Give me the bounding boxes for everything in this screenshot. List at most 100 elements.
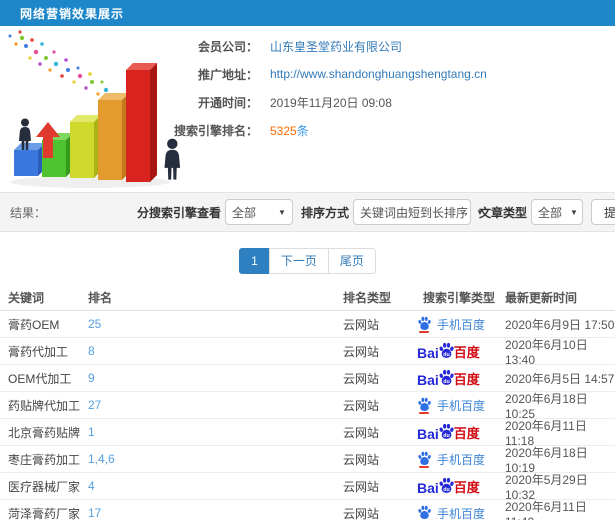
marketing-report-page: 网络营销效果展示 会员公司： 山东皇圣堂药业有限公司 推广地址： http://… bbox=[0, 0, 615, 520]
red-underline bbox=[419, 411, 429, 414]
article-type-value: 全部 bbox=[537, 205, 562, 220]
engine-type-cell: 手机百度 bbox=[405, 505, 505, 520]
page-1-button[interactable]: 1 bbox=[239, 248, 270, 274]
svg-text:du: du bbox=[443, 433, 449, 439]
page-title: 网络营销效果展示 bbox=[20, 6, 125, 21]
pc-baidu-logo: Bai du 百度 bbox=[417, 342, 480, 360]
rank-link[interactable]: 9 bbox=[88, 371, 95, 385]
result-label: 结果： bbox=[10, 205, 47, 220]
rank-count: 5325 bbox=[270, 123, 297, 138]
confetti-dots bbox=[8, 30, 116, 100]
updated-cell: 2020年6月10日 13:40 bbox=[505, 337, 588, 367]
table-row: 医疗器械厂家 4 云网站 Bai du 百度 2020年5月29日 10:32 bbox=[0, 473, 615, 502]
col-keyword: 关键词 bbox=[8, 290, 45, 305]
engine-type-cell: 手机百度 bbox=[405, 451, 505, 468]
open-time-value: 2019年11月20日 09:08 bbox=[270, 95, 392, 110]
engine-filter-label: 分搜索引擎查看 bbox=[136, 205, 221, 220]
baidu-paw-icon bbox=[417, 451, 432, 468]
member-company-link[interactable]: 山东皇圣堂药业有限公司 bbox=[270, 38, 402, 55]
next-page-button[interactable]: 下一页 bbox=[268, 248, 329, 274]
pc-baidu-logo: Bai du 百度 bbox=[417, 477, 480, 495]
sort-select[interactable]: 关键词由短到长排序 ▼ bbox=[352, 199, 484, 225]
engine-type-cell: 手机百度 bbox=[405, 316, 505, 333]
pc-baidu-logo: Bai du 百度 bbox=[417, 423, 480, 441]
baidu-wordmark-bai: Bai bbox=[417, 372, 439, 388]
bar-yellow bbox=[70, 115, 101, 178]
growth-bar-chart-illustration bbox=[8, 30, 181, 188]
open-time-field: 开通时间： 2019年11月20日 09:08 bbox=[162, 92, 615, 112]
svg-text:du: du bbox=[443, 352, 449, 358]
mobile-baidu-label: 手机百度 bbox=[437, 506, 486, 520]
title-bar: 网络营销效果展示 bbox=[0, 0, 615, 26]
engine-rank-field: 搜索引擎排名： 5325条 bbox=[162, 120, 615, 140]
rank-link[interactable]: 1,4,6 bbox=[88, 452, 115, 466]
promo-url-link[interactable]: http://www.shandonghuangshengtang.cn bbox=[270, 67, 487, 81]
engine-rank-value: 5325条 bbox=[270, 122, 309, 139]
engine-type-cell: Bai du 百度 bbox=[405, 342, 505, 360]
sort-label: 排序方式 bbox=[300, 205, 349, 220]
keyword-cell: 膏药代加工 bbox=[8, 344, 69, 359]
baidu-paw-icon: du bbox=[439, 369, 454, 385]
keyword-cell: 膏药OEM bbox=[8, 317, 60, 332]
table-row: 枣庄膏药加工 1,4,6 云网站 手机百度 2020年6月18日 10:19 bbox=[0, 446, 615, 475]
baidu-wordmark-bai: Bai bbox=[417, 345, 439, 361]
keyword-cell: OEM代加工 bbox=[8, 371, 72, 386]
keyword-cell: 医疗器械厂家 bbox=[8, 479, 81, 494]
baidu-paw-icon: du bbox=[439, 342, 454, 358]
baidu-paw-icon bbox=[417, 316, 432, 333]
chevron-down-icon: ▼ bbox=[278, 207, 286, 217]
article-type-label: 文章类型 bbox=[478, 205, 527, 220]
promo-url-field: 推广地址： http://www.shandonghuangshengtang.… bbox=[162, 64, 615, 84]
submit-button[interactable]: 提交 bbox=[590, 199, 615, 225]
red-underline bbox=[419, 330, 429, 333]
col-updated: 最新更新时间 bbox=[505, 290, 578, 305]
mobile-baidu-logo: 手机百度 bbox=[417, 505, 485, 520]
rank-count-unit: 条 bbox=[296, 123, 309, 138]
table-row: 菏泽膏药厂家 17 云网站 手机百度 2020年6月11日 11: bbox=[0, 500, 615, 520]
rank-type-cell: 云网站 bbox=[343, 317, 380, 332]
updated-cell: 2020年6月9日 17:50 bbox=[505, 317, 615, 332]
mobile-baidu-logo: 手机百度 bbox=[417, 451, 485, 468]
rank-type-cell: 云网站 bbox=[343, 479, 380, 494]
baidu-wordmark-cn: 百度 bbox=[453, 345, 480, 360]
baidu-wordmark-bai: Bai bbox=[417, 480, 439, 496]
updated-cell: 2020年6月5日 14:57 bbox=[505, 371, 615, 386]
table-row: 膏药OEM 25 云网站 手机百度 2020年6月9日 17:50 bbox=[0, 311, 615, 338]
baidu-wordmark-cn: 百度 bbox=[453, 426, 480, 441]
rank-type-cell: 云网站 bbox=[343, 371, 380, 386]
baidu-paw-icon: du bbox=[439, 477, 454, 493]
baidu-wordmark-cn: 百度 bbox=[453, 480, 480, 495]
table-body: 膏药OEM 25 云网站 手机百度 2020年6月9日 17:50 膏药代加工 … bbox=[0, 311, 615, 520]
rank-type-cell: 云网站 bbox=[343, 452, 380, 467]
filter-bar: 结果： 分搜索引擎查看 全部 ▼ 排序方式 关键词由短到长排序 ▼ 文章类型 全… bbox=[0, 192, 615, 232]
account-info-section: 会员公司： 山东皇圣堂药业有限公司 推广地址： http://www.shand… bbox=[0, 26, 615, 192]
rank-link[interactable]: 8 bbox=[88, 344, 95, 358]
mobile-baidu-logo: 手机百度 bbox=[417, 397, 485, 414]
rank-link[interactable]: 17 bbox=[88, 506, 101, 520]
updated-cell: 2020年6月11日 11:40 bbox=[505, 499, 587, 520]
article-type-select[interactable]: 全部 ▼ bbox=[530, 199, 583, 225]
keyword-cell: 药贴牌代加工 bbox=[8, 398, 81, 413]
rank-link[interactable]: 27 bbox=[88, 398, 101, 412]
pagination: 1 下一页 尾页 bbox=[0, 248, 615, 274]
bar-orange bbox=[98, 93, 129, 180]
mobile-baidu-label: 手机百度 bbox=[437, 452, 486, 467]
col-rank: 排名 bbox=[88, 290, 113, 305]
rank-link[interactable]: 25 bbox=[88, 317, 101, 331]
sort-value: 关键词由短到长排序 bbox=[359, 205, 468, 220]
keyword-cell: 北京膏药贴牌 bbox=[8, 425, 81, 440]
bar-blue bbox=[14, 143, 45, 176]
engine-type-cell: Bai du 百度 bbox=[405, 423, 505, 441]
col-rank-type: 排名类型 bbox=[343, 290, 392, 305]
engine-filter-select[interactable]: 全部 ▼ bbox=[224, 199, 293, 225]
last-page-button[interactable]: 尾页 bbox=[327, 248, 376, 274]
rank-link[interactable]: 4 bbox=[88, 479, 95, 493]
engine-type-cell: 手机百度 bbox=[405, 397, 505, 414]
engine-filter-value: 全部 bbox=[231, 205, 256, 220]
mobile-baidu-label: 手机百度 bbox=[437, 317, 486, 332]
mobile-baidu-label: 手机百度 bbox=[437, 398, 486, 413]
engine-type-cell: Bai du 百度 bbox=[405, 477, 505, 495]
table-row: 药贴牌代加工 27 云网站 手机百度 2020年6月18日 10:25 bbox=[0, 392, 615, 421]
table-row: 北京膏药贴牌 1 云网站 Bai du 百度 2020年6月11日 11:18 bbox=[0, 419, 615, 448]
rank-link[interactable]: 1 bbox=[88, 425, 95, 439]
